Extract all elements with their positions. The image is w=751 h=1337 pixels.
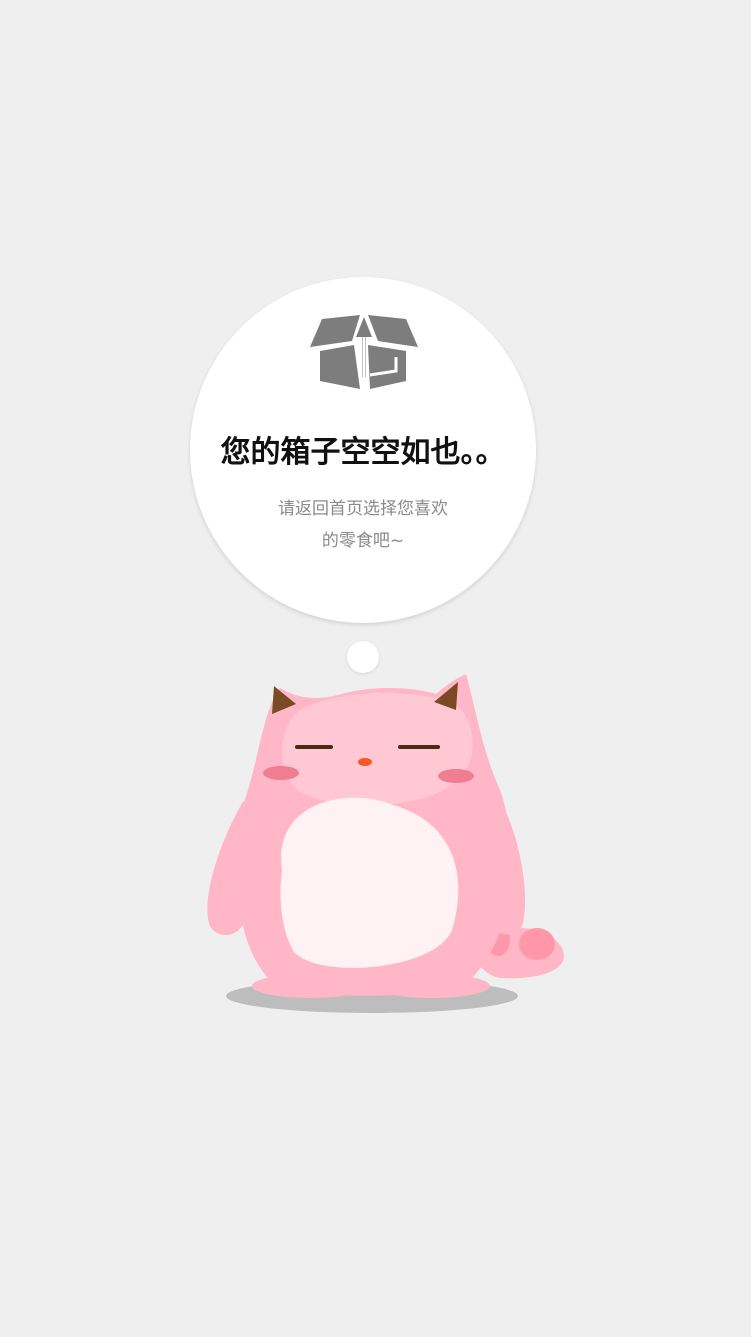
hint-line: 的零食吧~: [321, 531, 405, 551]
open-box-icon: [310, 315, 418, 389]
thought-bubble: 您的箱子空空如也。。 请返回首页选择您喜欢 的零食吧~: [190, 277, 536, 623]
empty-cart-title: 您的箱子空空如也。。: [220, 435, 506, 470]
pink-cat-illustration: [207, 674, 564, 1013]
small-thought-bubble: [347, 641, 379, 673]
empty-cart-hint: 请返回首页选择您喜欢 的零食吧~: [250, 493, 476, 557]
hint-line: 请返回首页选择您喜欢: [278, 499, 448, 519]
